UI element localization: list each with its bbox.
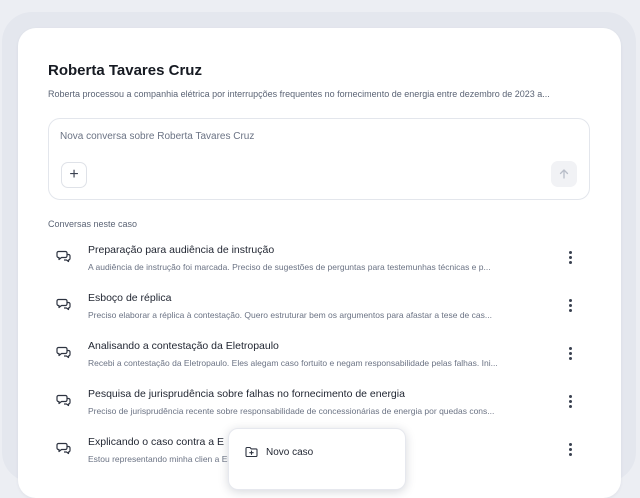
more-options-icon[interactable]	[562, 344, 578, 362]
conversation-item[interactable]: Preparação para audiência de instrução A…	[48, 238, 588, 286]
more-options-icon[interactable]	[562, 392, 578, 410]
conversation-snippet: Preciso elaborar a réplica à contestação…	[88, 310, 492, 320]
chat-bubbles-icon	[56, 346, 71, 359]
conversation-title: Pesquisa de jurisprudência sobre falhas …	[88, 388, 405, 400]
chat-bubbles-icon	[56, 298, 71, 311]
new-conversation-input[interactable]	[60, 131, 540, 142]
new-conversation-composer: +	[48, 118, 590, 200]
conversation-title: Analisando a contestação da Eletropaulo	[88, 340, 279, 352]
context-menu: Novo caso	[228, 428, 406, 490]
new-case-label: Novo caso	[266, 446, 314, 458]
arrow-up-icon	[559, 169, 569, 179]
add-attachment-button[interactable]: +	[61, 162, 87, 188]
send-button[interactable]	[551, 161, 577, 187]
conversation-item[interactable]: Esboço de réplica Preciso elaborar a rép…	[48, 286, 588, 334]
chat-bubbles-icon	[56, 442, 71, 455]
conversation-snippet: Recebi a contestação da Eletropaulo. Ele…	[88, 358, 498, 368]
conversation-snippet: Preciso de jurisprudência recente sobre …	[88, 406, 495, 416]
plus-icon: +	[69, 166, 79, 183]
conversation-item[interactable]: Pesquisa de jurisprudência sobre falhas …	[48, 382, 588, 430]
case-title: Roberta Tavares Cruz	[48, 62, 202, 79]
more-options-icon[interactable]	[562, 296, 578, 314]
new-case-menu-item[interactable]: Novo caso	[235, 437, 397, 467]
conversation-snippet: A audiência de instrução foi marcada. Pr…	[88, 262, 491, 272]
more-options-icon[interactable]	[562, 248, 578, 266]
conversation-title: Preparação para audiência de instrução	[88, 244, 275, 256]
conversation-item[interactable]: Analisando a contestação da Eletropaulo …	[48, 334, 588, 382]
chat-bubbles-icon	[56, 394, 71, 407]
folder-plus-icon	[245, 446, 258, 458]
conversation-title: Esboço de réplica	[88, 292, 172, 304]
conversation-title: Explicando o caso contra a E	[88, 436, 224, 448]
case-description: Roberta processou a companhia elétrica p…	[48, 89, 550, 99]
chat-bubbles-icon	[56, 250, 71, 263]
conversations-section-label: Conversas neste caso	[48, 219, 138, 229]
more-options-icon[interactable]	[562, 440, 578, 458]
